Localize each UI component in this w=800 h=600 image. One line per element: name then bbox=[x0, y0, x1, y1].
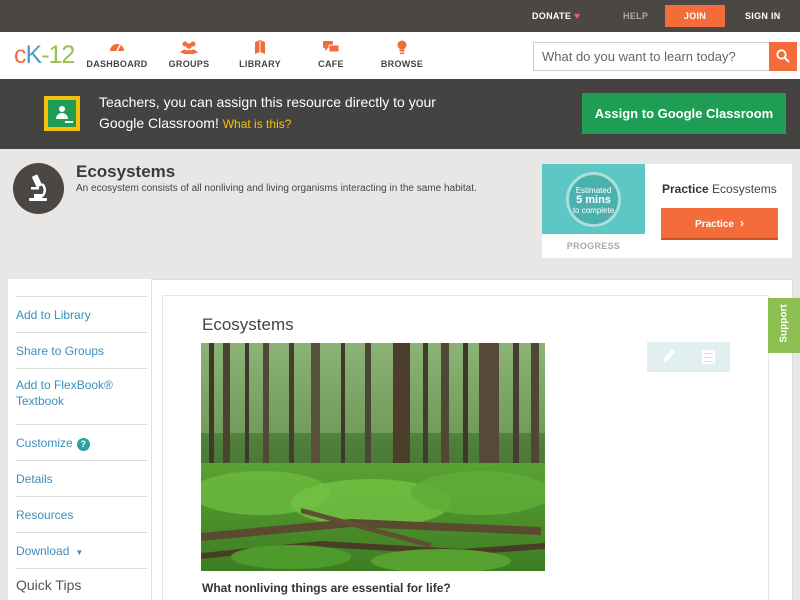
google-classroom-banner: Teachers, you can assign this resource d… bbox=[0, 79, 800, 149]
nav-dashboard[interactable]: DASHBOARD bbox=[82, 40, 152, 69]
practice-button[interactable]: Practice › bbox=[661, 208, 778, 238]
nav-groups-label: GROUPS bbox=[168, 59, 210, 69]
caret-down-icon: ▼ bbox=[75, 548, 84, 557]
article-title: Ecosystems bbox=[202, 315, 294, 334]
assign-to-google-classroom-button[interactable]: Assign to Google Classroom bbox=[582, 93, 786, 134]
cafe-icon bbox=[296, 40, 366, 56]
forest-photo bbox=[201, 343, 545, 571]
practice-title: Practice Ecosystems bbox=[662, 182, 777, 196]
support-label: Support bbox=[778, 304, 790, 343]
donate-link[interactable]: DONATE ♥ bbox=[532, 0, 580, 32]
estimated-time-badge: Estimated 5 mins to complete bbox=[566, 172, 621, 227]
what-is-this-link[interactable]: What is this? bbox=[223, 117, 292, 131]
practice-title-topic: Ecosystems bbox=[708, 182, 777, 196]
banner-message: Teachers, you can assign this resource d… bbox=[99, 92, 439, 135]
help-icon[interactable]: ? bbox=[76, 438, 90, 451]
customize-label: Customize bbox=[16, 436, 73, 450]
top-utility-bar: DONATE ♥ HELP JOIN SIGN IN bbox=[0, 0, 800, 32]
main-navigation: cK-12 DASHBOARD GROUPS LIBRARY CAFE BROW… bbox=[0, 32, 800, 79]
join-button[interactable]: JOIN bbox=[665, 5, 725, 27]
search-button[interactable] bbox=[769, 42, 797, 71]
download-label: Download bbox=[16, 544, 70, 558]
flexbook-label-line2: Textbook bbox=[16, 394, 65, 408]
concept-description: An ecosystem consists of all nonliving a… bbox=[76, 183, 477, 194]
notes-icon[interactable] bbox=[702, 350, 715, 364]
sidebar-item-download[interactable]: Download ▼ bbox=[16, 533, 147, 569]
browse-icon bbox=[367, 40, 437, 56]
nav-browse[interactable]: BROWSE bbox=[367, 40, 437, 69]
logo-12: 12 bbox=[48, 41, 76, 69]
flexbook-label: Add to FlexBook® bbox=[16, 378, 113, 392]
annotation-tools bbox=[647, 342, 730, 372]
library-icon bbox=[225, 40, 295, 56]
donate-label: DONATE bbox=[532, 11, 572, 21]
concept-title: Ecosystems bbox=[76, 162, 176, 181]
progress-label: PROGRESS bbox=[566, 241, 621, 251]
nav-groups[interactable]: GROUPS bbox=[154, 40, 224, 69]
sidebar-item-resources[interactable]: Resources bbox=[16, 497, 147, 533]
logo-k: K bbox=[25, 41, 43, 69]
ck12-logo[interactable]: cK-12 bbox=[14, 41, 76, 69]
nav-cafe[interactable]: CAFE bbox=[296, 40, 366, 69]
logo-dash: - bbox=[41, 41, 49, 69]
sign-in-link[interactable]: SIGN IN bbox=[745, 0, 781, 32]
support-tab[interactable]: Support bbox=[768, 298, 800, 353]
chevron-right-icon: › bbox=[739, 216, 744, 230]
groups-icon bbox=[154, 40, 224, 56]
nav-library-label: LIBRARY bbox=[239, 59, 281, 69]
quick-tips-heading[interactable]: Quick Tips bbox=[16, 577, 81, 593]
article-question: What nonliving things are essential for … bbox=[202, 581, 451, 595]
nav-dashboard-label: DASHBOARD bbox=[86, 59, 148, 69]
google-classroom-icon bbox=[44, 96, 80, 131]
progress-panel: Estimated 5 mins to complete bbox=[542, 164, 645, 234]
heart-icon: ♥ bbox=[574, 11, 581, 22]
to-complete-label: to complete bbox=[572, 206, 615, 215]
sidebar-item-share-to-groups[interactable]: Share to Groups bbox=[16, 333, 147, 369]
nav-browse-label: BROWSE bbox=[380, 59, 424, 69]
search-input[interactable] bbox=[533, 42, 769, 71]
sidebar-item-customize[interactable]: Customize? bbox=[16, 425, 147, 461]
estimated-minutes: 5 mins bbox=[576, 194, 611, 206]
practice-card: Estimated 5 mins to complete PROGRESS Pr… bbox=[542, 164, 792, 258]
practice-button-label: Practice bbox=[695, 219, 734, 230]
logo-c: c bbox=[14, 41, 26, 69]
microscope-icon bbox=[13, 163, 64, 214]
pencil-icon[interactable] bbox=[662, 348, 676, 364]
help-link[interactable]: HELP bbox=[623, 0, 648, 32]
sidebar-item-details[interactable]: Details bbox=[16, 461, 147, 497]
sidebar-item-add-to-library[interactable]: Add to Library bbox=[16, 297, 147, 333]
nav-cafe-label: CAFE bbox=[318, 59, 344, 69]
practice-title-bold: Practice bbox=[662, 182, 709, 196]
nav-library[interactable]: LIBRARY bbox=[225, 40, 295, 69]
dashboard-icon bbox=[82, 40, 152, 56]
concept-sidebar: Add to Library Share to Groups Add to Fl… bbox=[8, 279, 152, 600]
sidebar-item-add-to-flexbook[interactable]: Add to FlexBook® Textbook bbox=[16, 369, 147, 425]
sidebar-menu: Add to Library Share to Groups Add to Fl… bbox=[16, 296, 147, 569]
